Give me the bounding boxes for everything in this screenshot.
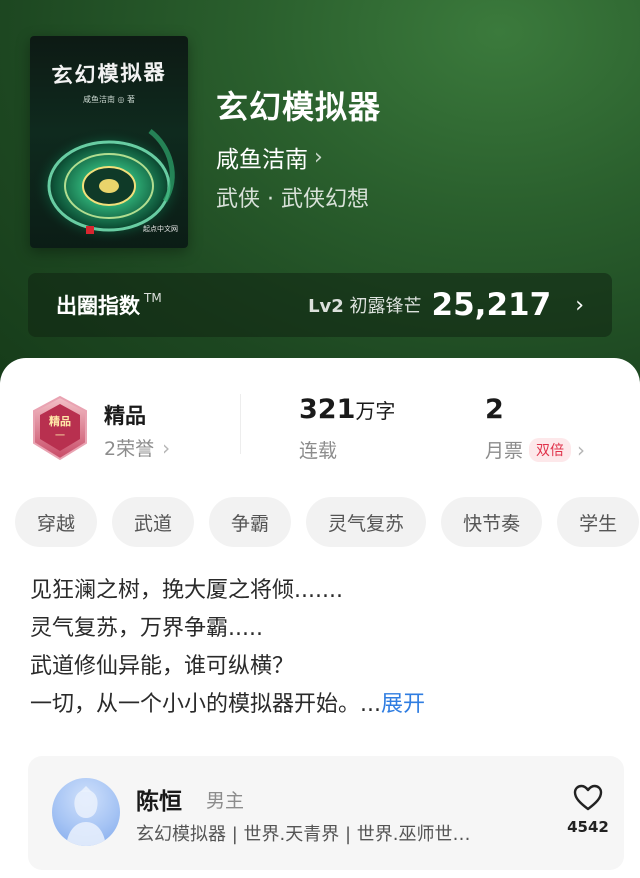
tag-chip[interactable]: 学生 — [557, 497, 640, 547]
chevron-right-icon: › — [575, 292, 584, 318]
like-button[interactable]: 4542 — [566, 784, 610, 836]
book-header: 玄幻模拟器 咸鱼洁南 ◎ 著 起点中文网 玄幻模拟器 咸鱼洁南 › 武侠 · 武… — [0, 0, 640, 400]
character-role: 男主 — [206, 790, 245, 812]
book-genre: 武侠 · 武侠幻想 — [216, 187, 369, 212]
description-line: 一切，从一个小小的模拟器开始。... — [30, 692, 381, 717]
tag-chip[interactable]: 穿越 — [15, 497, 98, 547]
chevron-right-icon: › — [162, 435, 171, 460]
character-silhouette-icon — [66, 786, 106, 846]
tag-chip[interactable]: 快节奏 — [441, 497, 543, 547]
description-line: 见狂澜之树，挽大厦之将倾....... — [30, 578, 343, 603]
index-score: 25,217 — [431, 287, 552, 323]
quality-label: 精品 — [104, 404, 146, 428]
character-name: 陈恒 — [136, 789, 182, 815]
book-detail-sheet: 精品 一 精品 2荣誉 › 321万字 连载 2 月票 双倍 › 穿越 武道 争… — [0, 358, 640, 878]
tag-chip[interactable]: 争霸 — [209, 497, 292, 547]
word-count: 321万字 — [299, 394, 395, 425]
monthly-tickets-link[interactable]: 月票 双倍 › — [485, 436, 585, 463]
quality-badge-icon[interactable]: 精品 一 — [30, 395, 90, 461]
honors-link[interactable]: 2荣誉 › — [104, 434, 170, 461]
character-info: 玄幻模拟器 | 世界.天青界 | 世界.巫师世… — [136, 824, 471, 845]
popularity-index-bar[interactable]: 出圈指数 TM Lv2 初露锋芒 25,217 › — [28, 273, 612, 337]
tag-list: 穿越 武道 争霸 灵气复苏 快节奏 学生 — [15, 497, 640, 549]
svg-text:精品: 精品 — [49, 414, 71, 428]
expand-link[interactable]: 展开 — [381, 692, 425, 717]
cover-publisher: 起点中文网 — [143, 225, 178, 233]
book-description: 见狂澜之树，挽大厦之将倾....... 灵气复苏，万界争霸..... 武道修仙异… — [30, 572, 620, 724]
description-line: 武道修仙异能，谁可纵横？ — [30, 654, 295, 679]
author-name: 咸鱼洁南 — [216, 147, 308, 173]
character-avatar — [52, 778, 120, 846]
like-count: 4542 — [567, 818, 609, 836]
stats-row: 精品 一 精品 2荣誉 › 321万字 连载 2 月票 双倍 › — [0, 388, 640, 478]
chevron-right-icon: › — [577, 437, 586, 462]
monthly-tickets-count: 2 — [485, 394, 504, 425]
author-link[interactable]: 咸鱼洁南 › — [216, 140, 323, 174]
description-line-last: 一切，从一个小小的模拟器开始。...展开 — [30, 686, 620, 724]
honors-count: 2荣誉 — [104, 438, 155, 460]
index-level: Lv2 初露锋芒 — [308, 292, 421, 318]
monthly-tickets-label: 月票 — [485, 440, 524, 462]
cover-author: 咸鱼洁南 ◎ 著 — [82, 95, 136, 104]
chevron-right-icon: › — [314, 144, 323, 170]
word-count-unit: 万字 — [355, 399, 396, 423]
svg-text:一: 一 — [55, 431, 65, 442]
tag-chip[interactable]: 灵气复苏 — [306, 497, 427, 547]
index-label: 出圈指数 — [56, 294, 140, 318]
serial-status: 连载 — [299, 440, 338, 462]
description-line: 灵气复苏，万界争霸..... — [30, 616, 263, 641]
book-cover[interactable]: 玄幻模拟器 咸鱼洁南 ◎ 著 起点中文网 — [30, 36, 188, 248]
word-count-number: 321 — [299, 394, 356, 425]
character-card[interactable]: 陈恒 男主 玄幻模拟器 | 世界.天青界 | 世界.巫师世… 4542 — [28, 756, 624, 870]
level-name: 初露锋芒 — [349, 296, 422, 317]
tag-chip[interactable]: 武道 — [112, 497, 195, 547]
trademark-mark: TM — [144, 291, 162, 305]
cover-title: 玄幻模拟器 — [51, 59, 167, 88]
book-title: 玄幻模拟器 — [216, 88, 382, 126]
level-prefix: Lv2 — [308, 296, 344, 317]
heart-outline-icon — [573, 784, 603, 811]
double-badge: 双倍 — [529, 437, 572, 462]
divider — [240, 394, 241, 454]
